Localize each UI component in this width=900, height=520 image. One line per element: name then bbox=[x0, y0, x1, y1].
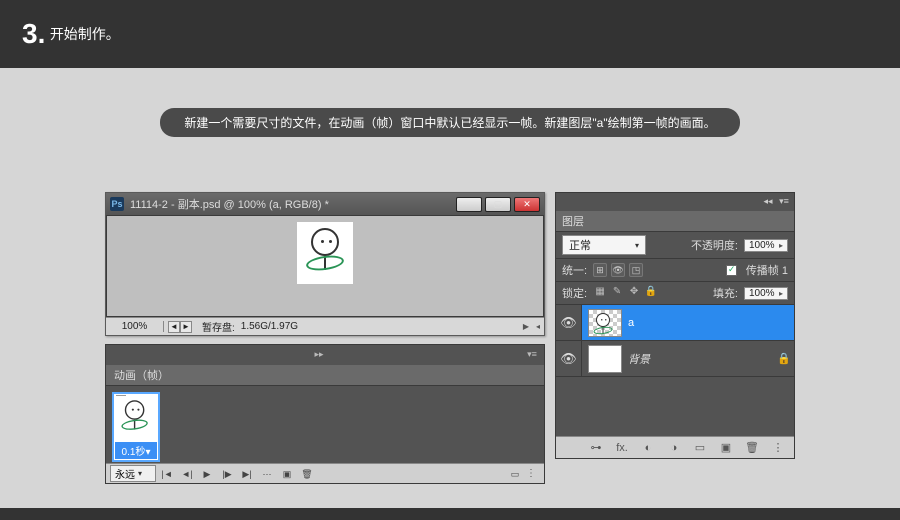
animation-panel-header: ▸▸ ▾≡ bbox=[106, 345, 544, 365]
step-text: 开始制作。 bbox=[50, 26, 120, 42]
content-area: 新建一个需要尺寸的文件，在动画（帧）窗口中默认已经显示一帧。新建图层"a"绘制第… bbox=[0, 68, 900, 508]
lock-all-icon[interactable]: 🔒 bbox=[644, 286, 658, 300]
layers-panel: ◂◂ ▾≡ 图层 正常▾ 不透明度: 100%▸ 统一: ⊞ 👁 ◳ bbox=[555, 192, 795, 459]
layer-name[interactable]: 背景 bbox=[628, 351, 774, 367]
step-number: 3. bbox=[22, 18, 45, 49]
document-status-bar: 100% ◄ ► 暂存盘: 1.56G/1.97G ▶ ◂ bbox=[106, 317, 544, 335]
last-frame-button[interactable]: ▶| bbox=[238, 467, 256, 481]
next-icon[interactable]: ► bbox=[180, 321, 192, 333]
panel-menu-icon[interactable]: ▾≡ bbox=[526, 349, 538, 361]
minimize-button[interactable]: — bbox=[456, 197, 482, 212]
frame-delay[interactable]: 0.1秒▾ bbox=[115, 442, 157, 459]
layers-tab[interactable]: 图层 bbox=[556, 211, 794, 231]
fill-field[interactable]: 100%▸ bbox=[744, 287, 788, 300]
panel-menu-icon[interactable]: ▾≡ bbox=[778, 196, 790, 208]
layer-mask-icon[interactable]: ◐ bbox=[640, 442, 656, 454]
animation-controls: 永远▾ |◄ ◄| ▶ |▶ ▶| ⋯ ▣ 🗑 ▭ ⋮ bbox=[106, 463, 544, 483]
loop-select[interactable]: 永远▾ bbox=[110, 465, 156, 482]
adjustment-layer-icon[interactable]: ◑ bbox=[666, 442, 682, 454]
prev-frame-button[interactable]: ◄| bbox=[178, 467, 196, 481]
nav-arrows: ◄ ► bbox=[168, 321, 192, 333]
propagate-checkbox[interactable] bbox=[726, 265, 737, 276]
lock-position-icon[interactable]: ✥ bbox=[627, 286, 641, 300]
link-layers-icon[interactable]: ⊶ bbox=[588, 441, 604, 454]
tween-button[interactable]: ⋯ bbox=[258, 467, 276, 481]
next-frame-button[interactable]: |▶ bbox=[218, 467, 236, 481]
instruction-caption: 新建一个需要尺寸的文件，在动画（帧）窗口中默认已经显示一帧。新建图层"a"绘制第… bbox=[160, 108, 739, 137]
layers-column: ◂◂ ▾≡ 图层 正常▾ 不透明度: 100%▸ 统一: ⊞ 👁 ◳ bbox=[555, 192, 795, 484]
animation-panel: ▸▸ ▾≡ 动画（帧） 1 0.1秒▾ bbox=[105, 344, 545, 484]
opacity-label: 不透明度: bbox=[691, 237, 738, 253]
dropdown-arrow-icon[interactable]: ▶ bbox=[520, 322, 532, 331]
layer-a[interactable]: 👁 a bbox=[556, 304, 794, 340]
play-button[interactable]: ▶ bbox=[198, 467, 216, 481]
duplicate-frame-button[interactable]: ▣ bbox=[278, 467, 296, 481]
lock-pixels-icon[interactable]: ✎ bbox=[610, 286, 624, 300]
prev-icon[interactable]: ◄ bbox=[168, 321, 180, 333]
layer-background[interactable]: 👁 背景 🔒 bbox=[556, 340, 794, 376]
close-button[interactable]: ✕ bbox=[514, 197, 540, 212]
collapse-icon[interactable]: ◂◂ bbox=[762, 196, 774, 208]
unify-position-icon[interactable]: ⊞ bbox=[593, 263, 607, 277]
maximize-button[interactable]: ▢ bbox=[485, 197, 511, 212]
frame-1[interactable]: 1 0.1秒▾ bbox=[112, 392, 160, 462]
panel-close-icon[interactable]: ⋮ bbox=[526, 468, 540, 479]
unify-row: 统一: ⊞ 👁 ◳ 传播帧 1 bbox=[556, 258, 794, 281]
layer-thumbnail bbox=[588, 345, 622, 373]
layer-list: 👁 a 👁 背景 🔒 bbox=[556, 304, 794, 436]
lock-icon: 🔒 bbox=[774, 352, 794, 365]
canvas[interactable] bbox=[297, 222, 353, 284]
blend-mode-select[interactable]: 正常▾ bbox=[562, 235, 646, 255]
window-titlebar[interactable]: Ps 11114-2 - 副本.psd @ 100% (a, RGB/8) * … bbox=[106, 193, 544, 215]
lock-row: 锁定: ▦ ✎ ✥ 🔒 填充: 100%▸ bbox=[556, 281, 794, 304]
window-controls: — ▢ ✕ bbox=[456, 197, 540, 212]
new-layer-icon[interactable]: ▣ bbox=[718, 441, 734, 454]
layer-thumbnail bbox=[588, 309, 622, 337]
panels-row: Ps 11114-2 - 副本.psd @ 100% (a, RGB/8) * … bbox=[0, 192, 900, 484]
layer-name[interactable]: a bbox=[628, 317, 794, 329]
visibility-toggle[interactable]: 👁 bbox=[556, 341, 582, 376]
scratch-label: 暂存盘: bbox=[196, 319, 241, 334]
collapse-icon[interactable]: ▸▸ bbox=[313, 349, 325, 361]
delete-frame-button[interactable]: 🗑 bbox=[298, 467, 316, 481]
propagate-label: 传播帧 1 bbox=[746, 262, 788, 278]
lock-label: 锁定: bbox=[562, 285, 587, 301]
tutorial-header: 3. 开始制作。 bbox=[0, 0, 900, 68]
frame-thumbnail bbox=[115, 396, 157, 442]
app-icon: Ps bbox=[110, 197, 124, 211]
fill-label: 填充: bbox=[713, 285, 738, 301]
panel-options-icon[interactable]: ⋮ bbox=[770, 441, 786, 454]
doodle-figure bbox=[297, 222, 353, 284]
unify-visibility-icon[interactable]: 👁 bbox=[611, 263, 625, 277]
opacity-field[interactable]: 100%▸ bbox=[744, 239, 788, 252]
zoom-field[interactable]: 100% bbox=[106, 321, 164, 332]
group-icon[interactable]: ▭ bbox=[692, 441, 708, 454]
visibility-toggle[interactable]: 👁 bbox=[556, 305, 582, 340]
layers-panel-header: ◂◂ ▾≡ bbox=[556, 193, 794, 211]
animation-tab[interactable]: 动画（帧） bbox=[106, 365, 544, 385]
timeline-mode-button[interactable]: ▭ bbox=[506, 467, 524, 481]
document-window: Ps 11114-2 - 副本.psd @ 100% (a, RGB/8) * … bbox=[105, 192, 545, 336]
frames-area[interactable]: 1 0.1秒▾ bbox=[106, 385, 544, 463]
window-title: 11114-2 - 副本.psd @ 100% (a, RGB/8) * bbox=[130, 196, 456, 212]
scroll-left-icon[interactable]: ◂ bbox=[532, 322, 544, 331]
scratch-value: 1.56G/1.97G bbox=[241, 321, 298, 332]
blend-row: 正常▾ 不透明度: 100%▸ bbox=[556, 231, 794, 258]
unify-style-icon[interactable]: ◳ bbox=[629, 263, 643, 277]
unify-label: 统一: bbox=[562, 262, 587, 278]
lock-transparency-icon[interactable]: ▦ bbox=[593, 286, 607, 300]
layers-footer: ⊶ fx. ◐ ◑ ▭ ▣ 🗑 ⋮ bbox=[556, 436, 794, 458]
canvas-area[interactable] bbox=[106, 215, 544, 317]
layer-style-icon[interactable]: fx. bbox=[614, 442, 630, 454]
first-frame-button[interactable]: |◄ bbox=[158, 467, 176, 481]
document-column: Ps 11114-2 - 副本.psd @ 100% (a, RGB/8) * … bbox=[105, 192, 545, 484]
delete-layer-icon[interactable]: 🗑 bbox=[744, 441, 760, 454]
